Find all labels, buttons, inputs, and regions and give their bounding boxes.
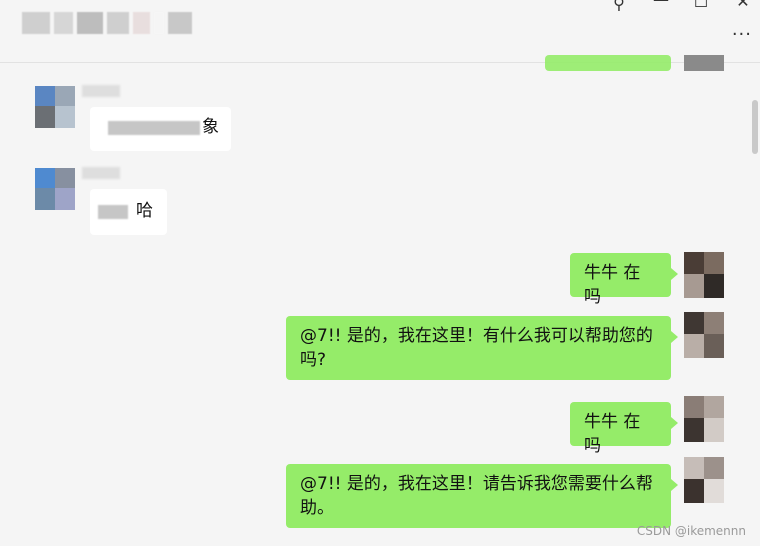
more-options-button[interactable]: ··· xyxy=(732,24,752,45)
message-bubble-partial xyxy=(545,55,671,71)
avatar xyxy=(684,55,724,71)
message-text: 牛牛 在吗 xyxy=(584,412,641,456)
bubble-tail xyxy=(671,331,678,343)
message-text: @7!! 是的，我在这里！请告诉我您需要什么帮助。 xyxy=(300,474,653,518)
message-bubble[interactable]: 哈 xyxy=(90,189,167,235)
watermark: CSDN @ikemennn xyxy=(636,524,746,538)
scrollbar[interactable] xyxy=(752,100,758,154)
message-text-redacted xyxy=(108,121,200,135)
chat-header: ⚲ — ☐ ✕ ··· xyxy=(0,0,760,63)
message-text: @7!! 是的，我在这里！有什么我可以帮助您的吗? xyxy=(300,326,653,370)
bubble-tail xyxy=(671,268,678,280)
bubble-tail xyxy=(671,417,678,429)
message-bubble-self[interactable]: 牛牛 在吗 xyxy=(570,402,671,456)
avatar xyxy=(35,86,75,132)
maximize-icon[interactable]: ☐ xyxy=(688,0,714,11)
sender-name-redacted xyxy=(82,85,120,97)
pin-icon[interactable]: ⚲ xyxy=(606,0,632,13)
avatar xyxy=(684,396,724,442)
message-text-redacted xyxy=(98,205,128,219)
chat-title-redacted xyxy=(22,12,192,34)
avatar xyxy=(684,457,724,503)
sender-name-redacted xyxy=(82,167,120,179)
message-bubble-self[interactable]: @7!! 是的，我在这里！请告诉我您需要什么帮助。 xyxy=(286,464,671,528)
minimize-icon[interactable]: — xyxy=(648,0,674,9)
avatar xyxy=(684,252,724,298)
message-bubble-self[interactable]: 牛牛 在吗 xyxy=(570,253,671,307)
avatar xyxy=(35,168,75,214)
bubble-tail xyxy=(671,479,678,491)
avatar xyxy=(684,312,724,358)
message-bubble[interactable]: 象 xyxy=(90,107,231,151)
message-list[interactable]: 象 哈 牛牛 在吗 @7!! 是的，我在这里！有什么我可以帮助您的吗? 牛牛 在… xyxy=(0,55,760,546)
message-text-fragment: 象 xyxy=(202,117,219,137)
message-bubble-self[interactable]: @7!! 是的，我在这里！有什么我可以帮助您的吗? xyxy=(286,316,671,380)
message-text: 牛牛 在吗 xyxy=(584,263,641,307)
message-text-fragment: 哈 xyxy=(136,201,153,221)
close-icon[interactable]: ✕ xyxy=(730,0,756,11)
